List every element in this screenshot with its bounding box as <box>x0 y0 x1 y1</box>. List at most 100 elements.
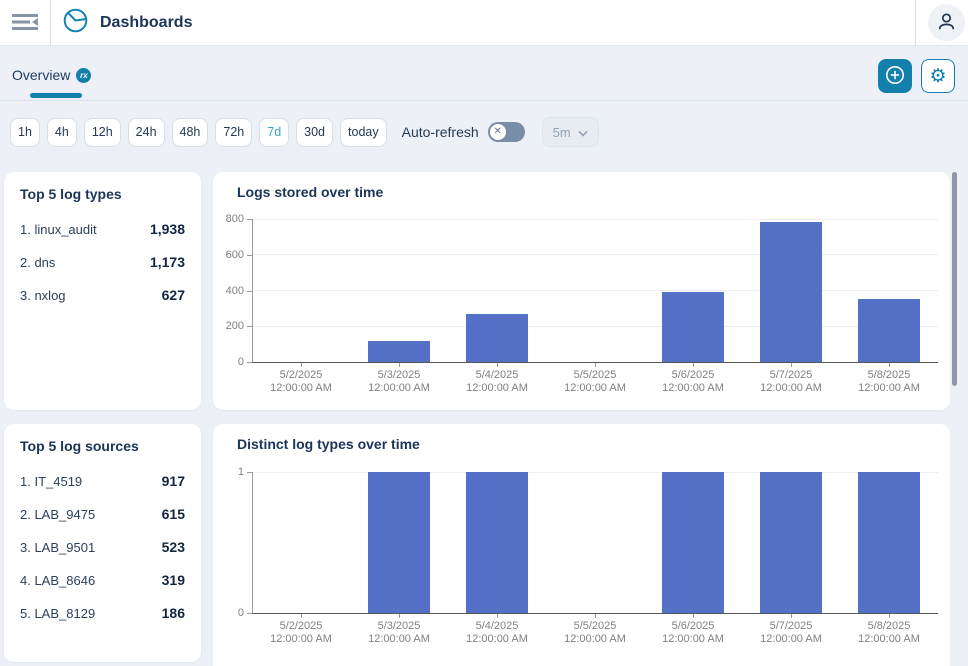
x-axis-tick <box>693 614 694 618</box>
tab-actions: ⚙ <box>878 59 955 93</box>
x-axis-label: 5/7/202512:00:00 AM <box>742 620 840 646</box>
x-axis-label: 5/4/202512:00:00 AM <box>448 620 546 646</box>
active-tab-underline <box>30 93 82 98</box>
x-axis-label: 5/5/202512:00:00 AM <box>546 620 644 646</box>
tab-overview[interactable]: Overview rx <box>12 63 91 87</box>
x-axis-tick <box>301 363 302 367</box>
chevron-down-icon <box>578 125 588 140</box>
bar <box>368 472 430 613</box>
bar <box>858 299 920 362</box>
x-axis-tick <box>791 614 792 618</box>
x-axis-label-time: 12:00:00 AM <box>840 633 938 646</box>
auto-refresh-toggle[interactable]: ✕ <box>488 122 525 142</box>
refresh-interval-select[interactable]: 5m <box>542 117 599 147</box>
tab-overview-badge: rx <box>76 68 91 83</box>
x-axis-tick <box>595 614 596 618</box>
list-item-value: 1,938 <box>150 221 185 237</box>
list-item-value: 319 <box>162 572 185 588</box>
x-axis-label-time: 12:00:00 AM <box>350 633 448 646</box>
list-item-label: 5. LAB_8129 <box>20 606 95 621</box>
page-scrollbar-thumb[interactable] <box>952 172 957 386</box>
logs-stored-chart-title: Logs stored over time <box>237 184 383 200</box>
x-axis-label-time: 12:00:00 AM <box>350 382 448 395</box>
toggle-off-x-icon: ✕ <box>490 124 506 140</box>
top-log-types-title: Top 5 log types <box>20 186 185 202</box>
gridline <box>252 326 938 327</box>
distinct-log-types-chart-title: Distinct log types over time <box>237 436 420 452</box>
y-axis-label: 600 <box>208 249 244 261</box>
x-axis-label: 5/7/202512:00:00 AM <box>742 369 840 395</box>
x-axis-tick <box>595 363 596 367</box>
x-axis-label: 5/8/202512:00:00 AM <box>840 369 938 395</box>
logs-stored-plot: 02004006008005/2/202512:00:00 AM5/3/2025… <box>252 219 938 362</box>
gridline <box>252 472 938 473</box>
time-range-7d-button[interactable]: 7d <box>259 118 289 147</box>
time-range-buttons: 1h4h12h24h48h72h7d30dtoday <box>10 118 387 147</box>
list-item-label: 4. LAB_8646 <box>20 573 95 588</box>
list-item-label: 2. LAB_9475 <box>20 507 95 522</box>
list-item-value: 627 <box>162 287 185 303</box>
pie-chart-logo-icon <box>62 7 89 39</box>
sidebar-collapse-icon <box>10 11 44 36</box>
distinct-log-types-plot: 015/2/202512:00:00 AM5/3/202512:00:00 AM… <box>252 472 938 613</box>
time-range-30d-button[interactable]: 30d <box>296 118 333 147</box>
time-range-toolbar: 1h4h12h24h48h72h7d30dtoday Auto-refresh … <box>10 117 599 147</box>
y-axis-label: 400 <box>208 285 244 297</box>
time-range-72h-button[interactable]: 72h <box>215 118 252 147</box>
list-item: 1. linux_audit 1,938 <box>20 221 185 237</box>
y-axis-label: 800 <box>208 213 244 225</box>
x-axis-tick <box>497 614 498 618</box>
time-range-24h-button[interactable]: 24h <box>128 118 165 147</box>
bar <box>662 292 724 362</box>
time-range-today-button[interactable]: today <box>340 118 387 147</box>
dashboard-settings-button[interactable]: ⚙ <box>921 59 955 93</box>
x-axis-label: 5/3/202512:00:00 AM <box>350 620 448 646</box>
sidebar-collapse-button[interactable] <box>8 10 46 36</box>
list-item: 2. LAB_9475 615 <box>20 506 185 522</box>
y-axis-label: 0 <box>208 356 244 368</box>
list-item: 4. LAB_8646 319 <box>20 572 185 588</box>
time-range-4h-button[interactable]: 4h <box>47 118 77 147</box>
tab-bar: Overview rx ⚙ <box>0 46 968 101</box>
y-axis-line <box>252 472 253 613</box>
top-log-sources-title: Top 5 log sources <box>20 438 185 454</box>
list-item: 1. IT_4519917 <box>20 473 185 489</box>
y-axis-label: 200 <box>208 320 244 332</box>
x-axis-label-time: 12:00:00 AM <box>546 382 644 395</box>
x-axis-tick <box>889 363 890 367</box>
time-range-1h-button[interactable]: 1h <box>10 118 40 147</box>
bar <box>368 341 430 362</box>
time-range-12h-button[interactable]: 12h <box>84 118 121 147</box>
list-item-value: 615 <box>162 506 185 522</box>
list-item: 3. LAB_9501523 <box>20 539 185 555</box>
x-axis-label: 5/6/202512:00:00 AM <box>644 620 742 646</box>
refresh-interval-value: 5m <box>553 125 571 140</box>
header-divider-right <box>915 0 916 46</box>
top-log-sources-card: Top 5 log sources 1. IT_4519917 2. LAB_94… <box>4 424 201 662</box>
gridline <box>252 254 938 255</box>
user-avatar-button[interactable] <box>928 4 965 41</box>
x-axis-tick <box>693 363 694 367</box>
bar <box>466 472 528 613</box>
gear-icon: ⚙ <box>929 67 946 86</box>
x-axis-tick <box>889 614 890 618</box>
x-axis-tick <box>301 614 302 618</box>
y-axis-label: 1 <box>208 466 244 478</box>
list-item-label: 1. linux_audit <box>20 222 97 237</box>
add-widget-button[interactable] <box>878 59 912 93</box>
x-axis-label: 5/6/202512:00:00 AM <box>644 369 742 395</box>
x-axis-label-time: 12:00:00 AM <box>644 633 742 646</box>
distinct-log-types-chart-card: Distinct log types over time 015/2/20251… <box>213 424 950 666</box>
list-item-value: 1,173 <box>150 254 185 270</box>
time-range-48h-button[interactable]: 48h <box>172 118 209 147</box>
x-axis-label: 5/2/202512:00:00 AM <box>252 620 350 646</box>
x-axis-label: 5/8/202512:00:00 AM <box>840 620 938 646</box>
top-log-sources-list: 1. IT_4519917 2. LAB_9475 615 3. LAB_950152… <box>20 473 185 621</box>
list-item-label: 3. nxlog <box>20 288 66 303</box>
x-axis-label-time: 12:00:00 AM <box>840 382 938 395</box>
user-icon <box>936 11 957 35</box>
top-log-types-card: Top 5 log types 1. linux_audit1,9382. dn… <box>4 172 201 410</box>
tab-overview-label: Overview <box>12 67 70 83</box>
bar <box>662 472 724 613</box>
x-axis-label-time: 12:00:00 AM <box>742 382 840 395</box>
